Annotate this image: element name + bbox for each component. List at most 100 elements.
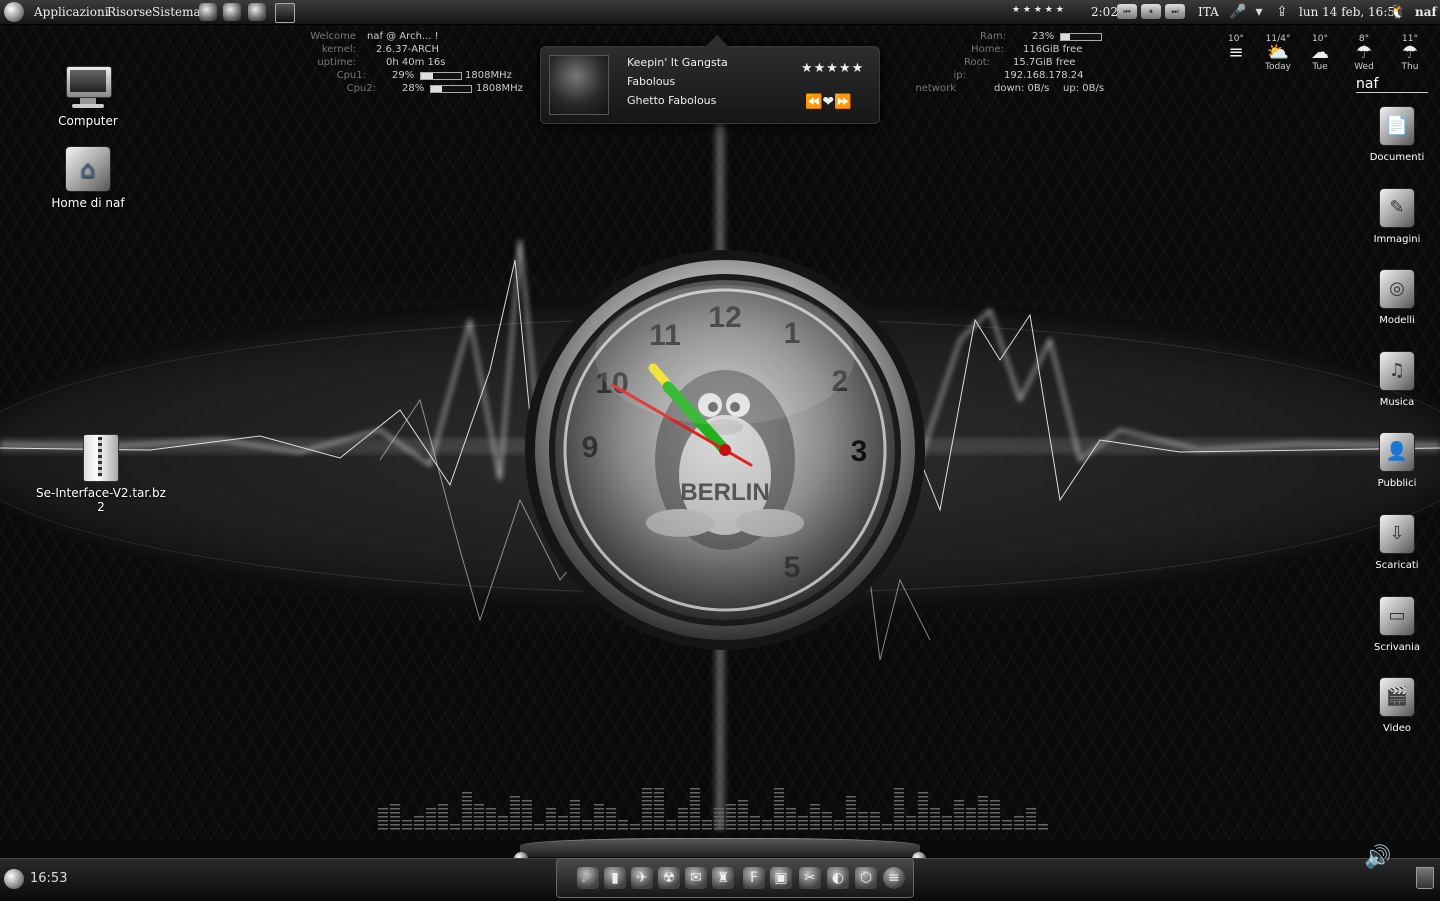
visualizer-bar-segment [546, 820, 556, 822]
visualizer-bar-segment [486, 812, 496, 814]
desktop-icon-archive[interactable]: Se-Interface-V2.tar.bz2 [30, 434, 172, 514]
conky-value: 15.7GiB free [1013, 57, 1076, 68]
visualizer-bar-segment [522, 812, 532, 814]
desktop-icon-computer[interactable]: Computer [48, 66, 128, 128]
rating-stars[interactable]: ★ ★ ★ ★ ★ [1012, 5, 1064, 15]
clock-glass-reflection [595, 285, 855, 425]
dock-app-icon[interactable]: ☄ [577, 867, 599, 889]
visualizer-bar-segment [426, 820, 436, 822]
launcher-2-icon[interactable] [223, 3, 241, 21]
previous-track-button[interactable]: ⏮ [1117, 4, 1137, 19]
visualizer-bar-segment [954, 808, 964, 810]
visualizer-bar-segment [642, 804, 652, 806]
rating-stars-control[interactable]: ★★★★★ [801, 61, 864, 76]
update-icon[interactable]: ⇪ [1273, 3, 1291, 21]
visualizer-bar-segment [378, 828, 388, 830]
visualizer-bar-segment [558, 820, 568, 822]
visualizer-bar-segment [798, 824, 808, 826]
visualizer-bar-segment [1014, 820, 1024, 822]
next-track-button[interactable]: ⏭ [1165, 4, 1185, 19]
volume-icon[interactable]: 🔊 [1364, 845, 1391, 870]
visualizer-bar-segment [390, 816, 400, 818]
weather-current[interactable]: 10° ≡ [1216, 34, 1256, 62]
weather-day[interactable]: 8° ☂ Wed [1344, 34, 1384, 72]
visualizer-bar-segment [438, 808, 448, 810]
visualizer-bar-segment [426, 816, 436, 818]
dock-app-icon[interactable]: ◐ [827, 867, 849, 889]
clock-numeral: 9 [582, 431, 599, 464]
launcher-3-icon[interactable] [248, 3, 266, 21]
visualizer-bar-segment [654, 796, 664, 798]
dock-app-icon[interactable]: ▣ [770, 867, 792, 889]
visualizer-bar-segment [462, 820, 472, 822]
menu-system[interactable]: Sistema [152, 5, 201, 19]
user-name[interactable]: naf [1415, 5, 1437, 19]
weather-day[interactable]: 11/4° ⛅ Today [1258, 34, 1298, 72]
visualizer-bar-segment [846, 816, 856, 818]
analog-clock-widget: BERLIN 12 1 2 3 5 9 10 11 [525, 250, 925, 650]
user-avatar-icon[interactable]: 🐧 [1389, 3, 1407, 21]
visualizer-bar-segment [846, 800, 856, 802]
dock-app-icon[interactable]: ☢ [658, 867, 680, 889]
album-art[interactable] [549, 55, 609, 115]
visualizer-bar-segment [810, 828, 820, 830]
desktop-icon-desktop[interactable]: ▭ Scrivania [1362, 596, 1432, 653]
visualizer-bar-segment [654, 792, 664, 794]
visualizer-bar-segment [750, 824, 760, 826]
audio-visualizer [378, 788, 1048, 830]
visualizer-bar-segment [654, 828, 664, 830]
playback-controls[interactable]: ⏪❤⏩ [805, 94, 852, 110]
visualizer-bar-segment [918, 796, 928, 798]
visualizer-bar-segment [678, 816, 688, 818]
desktop-icon-public[interactable]: 👤 Pubblici [1362, 432, 1432, 489]
weather-day[interactable]: 10° ☁ Tue [1300, 34, 1340, 72]
menu-applications[interactable]: Applicazioni [34, 5, 109, 19]
visualizer-bar-segment [438, 824, 448, 826]
visualizer-bar-segment [702, 828, 712, 830]
dock-app-icon[interactable]: ♜ [712, 867, 734, 889]
dock-mail-icon[interactable]: ✉ [685, 867, 707, 889]
desktop-icon-videos[interactable]: 🎬 Video [1362, 677, 1432, 734]
desktop-icon-templates[interactable]: ◎ Modelli [1362, 269, 1432, 326]
visualizer-bar-segment [822, 824, 832, 826]
visualizer-bar-segment [594, 828, 604, 830]
visualizer-bar-segment [894, 820, 904, 822]
desktop-icon-documents[interactable]: 📄 Documenti [1362, 106, 1432, 163]
desktop-icon-pictures[interactable]: ✎ Immagini [1362, 188, 1432, 245]
dock-app-icon[interactable]: ✈ [631, 867, 653, 889]
visualizer-bar-segment [570, 820, 580, 822]
main-menu-logo-icon[interactable] [4, 2, 24, 22]
dock-filezilla-icon[interactable]: F [743, 867, 765, 889]
visualizer-bar-segment [762, 828, 772, 830]
terminal-launcher-icon[interactable] [275, 3, 295, 23]
visualizer-bar-segment [462, 812, 472, 814]
microphone-icon[interactable]: 🎤 [1229, 3, 1247, 21]
track-album: Ghetto Fabolous [627, 94, 717, 107]
menu-places[interactable]: Risorse [107, 5, 152, 19]
panel-clock[interactable]: 16:53 [30, 871, 67, 886]
desktop-icon-music[interactable]: ♫ Musica [1362, 351, 1432, 408]
show-desktop-logo-icon[interactable] [4, 869, 24, 889]
conky-value: 1808MHz [465, 70, 512, 81]
desktop-icon-downloads[interactable]: ⇩ Scaricati [1362, 514, 1432, 571]
weather-day[interactable]: 11° ☂ Thu [1390, 34, 1430, 72]
dock-app-icon[interactable]: ≡ [883, 867, 905, 889]
conky-value: naf @ Arch... ! [367, 31, 439, 42]
launcher-1-icon[interactable] [199, 3, 217, 21]
visualizer-bar-segment [726, 808, 736, 810]
visualizer-bar-segment [882, 824, 892, 826]
visualizer-bar-segment [450, 824, 460, 826]
desktop-icon-home[interactable]: ⌂ Home di naf [44, 146, 132, 210]
dock-package-icon[interactable]: ⬡ [855, 867, 877, 889]
network-icon[interactable]: ▾ [1250, 3, 1268, 21]
dock-terminal-icon[interactable]: ▮ [604, 867, 626, 889]
conky-key: Welcome [310, 31, 356, 42]
keyboard-layout-indicator[interactable]: ITA [1198, 5, 1219, 19]
dock-app-icon[interactable]: ✂ [799, 867, 821, 889]
clock-datetime[interactable]: lun 14 feb, 16:53 [1299, 5, 1403, 19]
visualizer-bar-segment [462, 792, 472, 794]
trash-icon[interactable] [1416, 867, 1434, 889]
visualizer-bar-segment [606, 812, 616, 814]
visualizer-bar-segment [414, 816, 424, 818]
pause-button[interactable]: ⏸ [1141, 4, 1161, 19]
